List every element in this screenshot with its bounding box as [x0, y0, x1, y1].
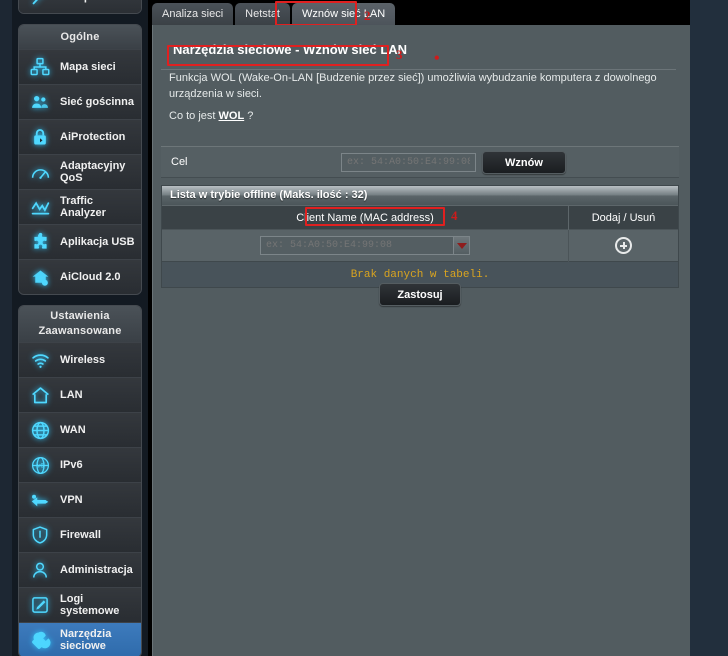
sidebar-item-wan[interactable]: WAN: [19, 412, 141, 447]
sidebar-item-logi-systemowe[interactable]: Logi systemowe: [19, 587, 141, 622]
log-pencil-icon: [27, 592, 53, 618]
network-map-icon: [27, 54, 53, 80]
column-header-client-name: Client Name (MAC address): [296, 211, 434, 224]
sidebar-item-label: Logi systemowe: [60, 593, 120, 617]
svg-text:v6: v6: [37, 462, 44, 469]
column-header-add-remove: Dodaj / Usuń: [568, 205, 678, 230]
sidebar-item-setup[interactable]: Setup: [19, 0, 141, 13]
gauge-icon: [27, 159, 53, 185]
sidebar-item-label: LAN: [60, 389, 83, 401]
sidebar: Setup Ogólne Mapa sieci: [12, 0, 148, 656]
page-title: Narzędzia sieciowe - Wznów sieć LAN: [173, 42, 408, 57]
sidebar-block-setup: Setup: [18, 0, 142, 14]
target-label: Cel: [171, 156, 188, 168]
annotation-label-4: 4: [451, 208, 458, 223]
puzzle-icon: [27, 229, 53, 255]
vpn-key-icon: [27, 487, 53, 513]
table-header-row: Client Name (MAC address) Dodaj / Usuń: [162, 205, 678, 230]
plus-circle-icon[interactable]: [615, 237, 632, 254]
wol-description: Funkcja WOL (Wake-On-LAN [Budzenie przez…: [169, 72, 657, 100]
table-input-row: [162, 229, 678, 262]
sidebar-item-lan[interactable]: LAN: [19, 377, 141, 412]
sidebar-item-aplikacja-usb[interactable]: Aplikacja USB: [19, 224, 141, 259]
wand-icon: [27, 0, 53, 10]
lock-icon: [27, 124, 53, 150]
wrench-icon: [27, 627, 53, 653]
target-mac-input[interactable]: [341, 152, 476, 172]
tab-netstat[interactable]: Netstat: [235, 3, 290, 25]
sidebar-group-header-advanced: Ustawienia Zaawansowane: [19, 306, 141, 342]
page-right-gutter: [690, 0, 728, 656]
home-icon: [27, 382, 53, 408]
main-content: Analiza sieci Netstat Wznów sieć LAN 2 N…: [152, 0, 690, 656]
tab-analiza-sieci[interactable]: Analiza sieci: [152, 3, 234, 25]
sidebar-item-aicloud[interactable]: AiCloud 2.0: [19, 259, 141, 294]
globe-icon: [27, 417, 53, 443]
annotation-label-2: 2: [364, 8, 371, 23]
sidebar-item-label: AiProtection: [60, 131, 126, 143]
sidebar-item-label: Administracja: [60, 564, 133, 576]
sidebar-item-aiprotection[interactable]: AiProtection: [19, 119, 141, 154]
shield-icon: [27, 522, 53, 548]
offline-list-header: Lista w trybie offline (Maks. ilość : 32…: [162, 186, 678, 205]
sidebar-item-label: Traffic Analyzer: [60, 195, 106, 219]
page-left-gutter: [0, 0, 12, 656]
annotation-dot-marker: •: [434, 50, 440, 67]
sidebar-item-adaptacyjny-qos[interactable]: Adaptacyjny QoS: [19, 154, 141, 189]
sidebar-item-label: Firewall: [60, 529, 101, 541]
sidebar-item-label: Setup: [60, 0, 91, 3]
apply-row: Zastosuj: [161, 283, 679, 306]
sidebar-item-wireless[interactable]: Wireless: [19, 342, 141, 377]
sidebar-item-label: WAN: [60, 424, 86, 436]
client-mac-input[interactable]: [260, 236, 454, 255]
tab-bar: Analiza sieci Netstat Wznów sieć LAN: [152, 3, 396, 25]
client-name-select[interactable]: [260, 236, 470, 255]
sidebar-block-advanced: Ustawienia Zaawansowane Wireless LAN WAN…: [18, 305, 142, 656]
chart-icon: [27, 194, 53, 220]
tab-wznow-siec-lan[interactable]: Wznów sieć LAN: [292, 3, 396, 25]
apply-button[interactable]: Zastosuj: [379, 283, 461, 306]
offline-list-block: Lista w trybie offline (Maks. ilość : 32…: [161, 185, 679, 288]
wol-question: Co to jest WOL ?: [169, 110, 690, 122]
sidebar-block-general: Ogólne Mapa sieci Sieć gościnna AiProtec…: [18, 24, 142, 295]
sidebar-item-label: Narzędzia sieciowe: [60, 628, 112, 652]
sidebar-item-ipv6[interactable]: v6 IPv6: [19, 447, 141, 482]
wol-question-prefix: Co to jest: [169, 110, 219, 122]
router-admin-screen: Setup Ogólne Mapa sieci: [0, 0, 728, 656]
wifi-icon: [27, 347, 53, 373]
guest-network-icon: [27, 89, 53, 115]
wake-button[interactable]: Wznów: [482, 150, 566, 174]
sidebar-item-label: Wireless: [60, 354, 106, 366]
wol-question-suffix: ?: [244, 110, 254, 122]
client-select-cell: [162, 236, 568, 255]
sidebar-item-label: Mapa sieci: [60, 61, 116, 73]
cloud-home-icon: [27, 264, 53, 290]
target-row: Cel Wznów: [161, 146, 679, 178]
sidebar-item-traffic-analyzer[interactable]: Traffic Analyzer: [19, 189, 141, 224]
sidebar-item-narzedzia-sieciowe[interactable]: Narzędzia sieciowe: [19, 622, 141, 656]
user-icon: [27, 557, 53, 583]
title-divider: [161, 69, 676, 70]
annotation-label-3: 3: [396, 47, 403, 62]
sidebar-item-label: VPN: [60, 494, 83, 506]
sidebar-item-label: Aplikacja USB: [60, 236, 135, 248]
sidebar-item-label: IPv6: [60, 459, 83, 471]
chevron-down-icon[interactable]: [454, 236, 470, 255]
sidebar-item-vpn[interactable]: VPN: [19, 482, 141, 517]
sidebar-item-label: Adaptacyjny QoS: [60, 160, 126, 184]
wol-help-link[interactable]: WOL: [219, 110, 245, 122]
sidebar-item-mapa-sieci[interactable]: Mapa sieci: [19, 49, 141, 84]
sidebar-group-header-general: Ogólne: [19, 25, 141, 49]
sidebar-item-label: Sieć gościnna: [60, 96, 134, 108]
ipv6-globe-icon: v6: [27, 452, 53, 478]
sidebar-item-siec-goscinna[interactable]: Sieć gościnna: [19, 84, 141, 119]
add-cell: [568, 229, 678, 262]
sidebar-item-administracja[interactable]: Administracja: [19, 552, 141, 587]
sidebar-item-firewall[interactable]: Firewall: [19, 517, 141, 552]
sidebar-item-label: AiCloud 2.0: [60, 271, 121, 283]
content-panel: Narzędzia sieciowe - Wznów sieć LAN 3 • …: [152, 25, 690, 656]
